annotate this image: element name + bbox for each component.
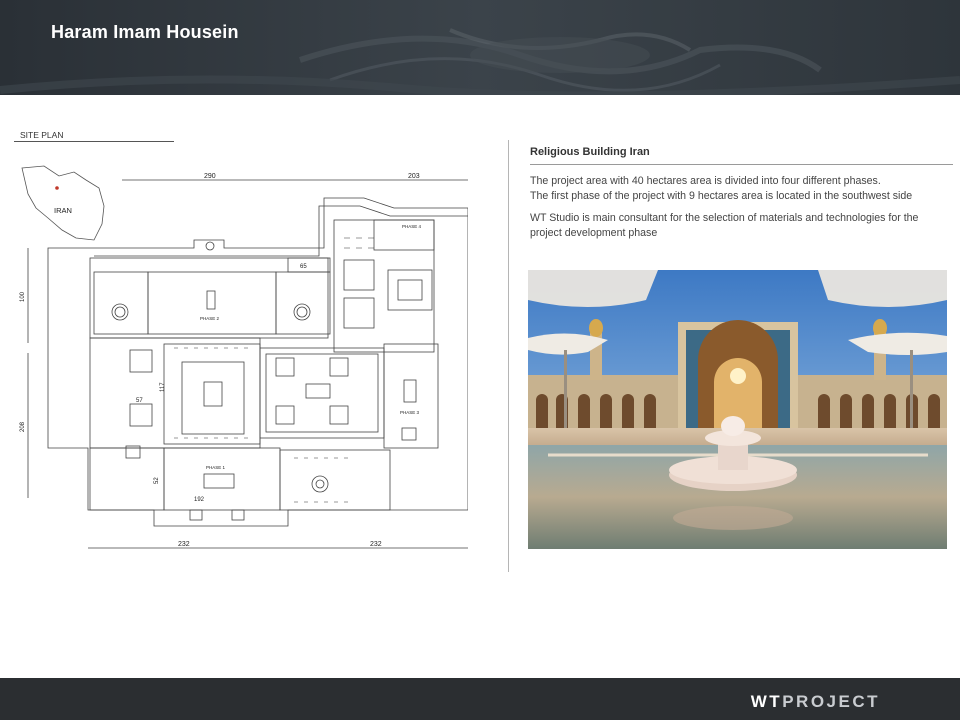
dim-192: 192 [194,497,205,503]
info-paragraph-1: The project area with 40 hectares area i… [530,174,950,203]
info-panel: Religious Building Iran The project area… [530,146,953,240]
dim-57: 57 [136,398,143,404]
logo-project: PROJECT [782,692,880,711]
dim-232-left: 232 [178,541,190,548]
info-line-1: The project area with 40 hectares area i… [530,175,881,187]
dim-100: 100 [20,291,26,302]
info-heading-rule [530,164,953,165]
phase-1-label: PHASE 1 [206,465,226,470]
header-aerial-image [0,0,960,95]
footer-bar: WTPROJECT [0,678,960,720]
dim-52: 52 [154,477,160,484]
column-divider [508,140,509,572]
slide: Haram Imam Housein SITE PLAN IRAN 290 20… [0,0,960,720]
dim-203: 203 [408,173,420,180]
iran-map [21,165,105,241]
dim-232-right: 232 [370,541,382,548]
dim-208: 208 [20,421,26,432]
courtyard-render-image [528,270,947,549]
info-heading: Religious Building Iran [530,146,650,158]
info-line-2: The first phase of the project with 9 he… [530,189,913,202]
slide-title: Haram Imam Housein [51,22,239,42]
logo-wt: WT [750,692,783,711]
phase-3-label: PHASE 3 [400,410,420,415]
dim-290: 290 [204,173,216,180]
header-banner: Haram Imam Housein [0,0,960,95]
phase-4-label: PHASE 4 [402,224,422,229]
info-paragraph-2: WT Studio is main consultant for the sel… [530,212,919,239]
phase-2-label: PHASE 2 [200,316,220,321]
map-country-label: IRAN [54,206,72,215]
dim-117: 117 [160,382,166,392]
dim-65: 65 [300,264,307,270]
site-plan-rule [14,141,174,142]
site-plan-label: SITE PLAN [20,130,64,140]
site-plan-drawing: IRAN 290 203 65 100 57 117 208 192 52 23… [20,165,468,549]
wt-project-logo: WTPROJECT [751,692,880,712]
